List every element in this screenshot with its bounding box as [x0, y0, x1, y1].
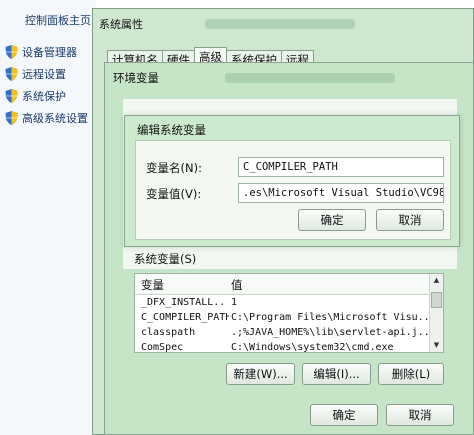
column-header-variable[interactable]: 变量	[141, 277, 164, 293]
sidebar-item-remote-settings[interactable]: 远程设置	[5, 66, 66, 82]
system-variables-table: 变量 值 _DFX_INSTALL... 1 C_COMPILER_PATH C…	[134, 273, 444, 353]
row-variable: _DFX_INSTALL...	[141, 297, 227, 308]
sidebar-item-label: 设备管理器	[22, 46, 77, 59]
delete-variable-button[interactable]: 删除(L)	[378, 363, 444, 385]
env-ok-button[interactable]: 确定	[310, 404, 378, 426]
window-title: 系统属性	[99, 18, 143, 31]
scroll-down-arrow-icon[interactable]: ▼	[431, 340, 442, 351]
shield-icon	[5, 89, 18, 103]
variable-value-field[interactable]: .es\Microsoft Visual Studio\VC98\Bin	[238, 183, 444, 203]
sidebar-item-system-protection[interactable]: 系统保护	[5, 88, 66, 104]
edit-variable-button[interactable]: 编辑(I)...	[302, 363, 371, 385]
row-value: .;%JAVA_HOME%\lib\servlet-api.j...	[231, 327, 429, 338]
env-cancel-button[interactable]: 取消	[386, 404, 454, 426]
table-header: 变量 值	[135, 274, 431, 295]
window-title: 编辑系统变量	[137, 123, 206, 137]
row-variable: ComSpec	[141, 342, 184, 353]
sidebar-item-label: 系统保护	[22, 90, 66, 103]
system-variables-caption: 系统变量(S)	[134, 252, 197, 266]
new-variable-button[interactable]: 新建(W)...	[226, 363, 295, 385]
blurred-watermark	[225, 73, 395, 83]
scrollbar-thumb[interactable]	[431, 292, 442, 308]
table-row[interactable]: ComSpec C:\Windows\system32\cmd.exe	[135, 342, 431, 353]
control-panel-sidebar: 控制面板主页 设备管理器 远程设置 系统保护 高级系统设置	[0, 0, 96, 435]
shield-icon	[5, 45, 18, 59]
row-variable: C_COMPILER_PATH	[141, 312, 229, 323]
row-value: C:\Program Files\Microsoft Visu...	[231, 312, 429, 323]
sidebar-item-advanced-settings[interactable]: 高级系统设置	[5, 110, 88, 126]
shield-icon	[5, 111, 18, 125]
column-header-value[interactable]: 值	[231, 277, 243, 293]
edit-ok-button[interactable]: 确定	[298, 209, 366, 231]
row-variable: classpath	[141, 327, 196, 338]
scroll-up-arrow-icon[interactable]: ▲	[431, 275, 442, 286]
vertical-scrollbar[interactable]: ▲ ▼	[429, 274, 443, 352]
sidebar-item-label: 高级系统设置	[22, 112, 88, 125]
variable-name-label: 变量名(N):	[146, 161, 202, 175]
table-row[interactable]: C_COMPILER_PATH C:\Program Files\Microso…	[135, 312, 431, 326]
table-row[interactable]: _DFX_INSTALL... 1	[135, 297, 431, 311]
row-value: 1	[231, 297, 238, 308]
control-panel-home-link[interactable]: 控制面板主页	[25, 12, 91, 28]
sidebar-item-label: 远程设置	[22, 68, 66, 81]
variable-value-label: 变量值(V):	[146, 187, 202, 201]
window-title: 环境变量	[113, 71, 159, 85]
edit-cancel-button[interactable]: 取消	[376, 209, 444, 231]
row-value: C:\Windows\system32\cmd.exe	[231, 342, 394, 353]
table-row[interactable]: classpath .;%JAVA_HOME%\lib\servlet-api.…	[135, 327, 431, 341]
variable-name-field[interactable]: C_COMPILER_PATH	[238, 157, 444, 177]
shield-icon	[5, 67, 18, 81]
blurred-watermark	[205, 19, 355, 29]
sidebar-item-device-manager[interactable]: 设备管理器	[5, 44, 77, 60]
